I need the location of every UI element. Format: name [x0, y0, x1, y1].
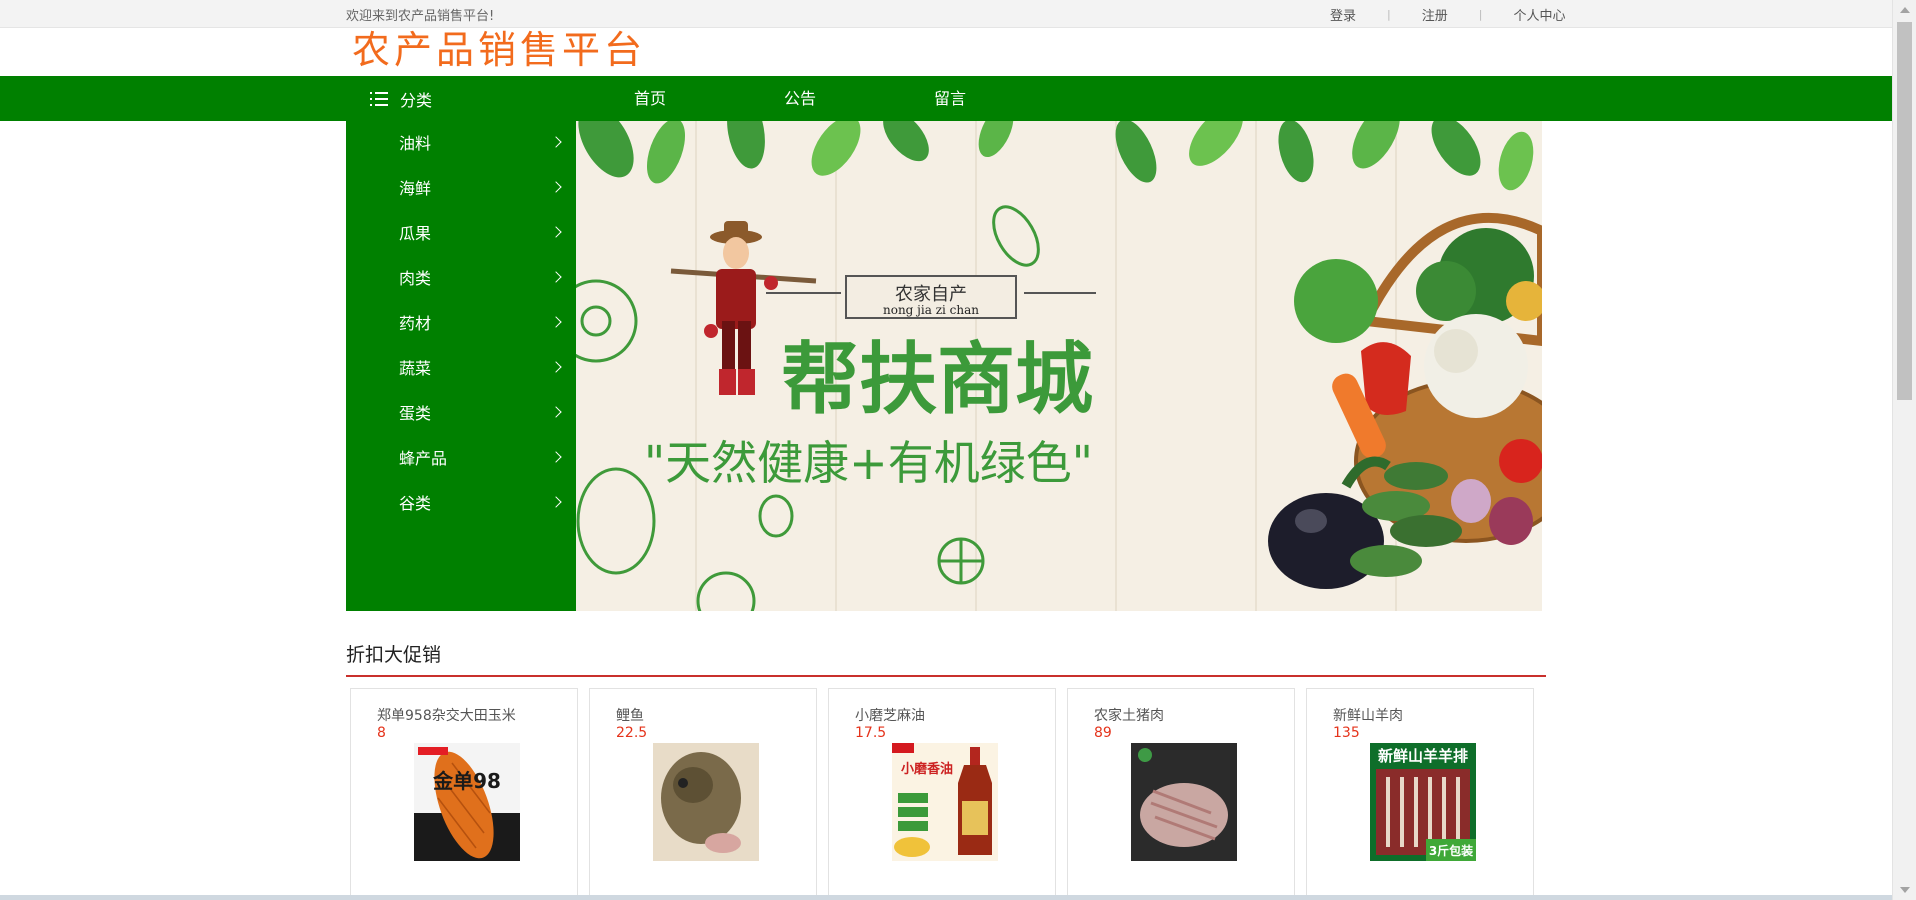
list-icon: [370, 91, 388, 106]
category-item-label: 海鲜: [399, 179, 432, 198]
scrollbar-thumb[interactable]: [1897, 22, 1912, 400]
category-menu-button[interactable]: 分类: [370, 76, 432, 121]
product-price: 17.5: [855, 725, 887, 741]
nav-home[interactable]: 首页: [634, 76, 784, 121]
category-item-label: 药材: [399, 314, 432, 333]
product-price: 22.5: [616, 725, 648, 741]
pork-meat-image[interactable]: [1131, 743, 1237, 861]
product-price: 135: [1333, 725, 1360, 741]
lamb-ribs-image[interactable]: 新鲜山羊羊排 3斤包装: [1370, 743, 1476, 861]
top-bar: 欢迎来到农产品销售平台! 登录 | 注册 | 个人中心: [0, 0, 1893, 28]
sesame-oil-bottle-image[interactable]: 小磨香油: [892, 743, 998, 861]
product-image-text: 小磨香油: [901, 761, 953, 777]
nav-announcements[interactable]: 公告: [784, 76, 934, 121]
chevron-right-icon: [550, 496, 562, 508]
category-item-label: 蔬菜: [399, 359, 432, 378]
product-price: 89: [1094, 725, 1112, 741]
scroll-up-arrow-icon[interactable]: [1900, 7, 1910, 13]
divider: |: [1478, 8, 1483, 21]
category-item-grains[interactable]: 谷类: [346, 481, 576, 526]
product-card[interactable]: 农家土猪肉 89: [1067, 688, 1295, 898]
banner-slogan: "天然健康+有机绿色": [644, 436, 1093, 490]
product-image-text: 新鲜山羊羊排: [1378, 747, 1468, 765]
category-item-label: 油料: [399, 134, 432, 153]
profile-link[interactable]: 个人中心: [1513, 5, 1565, 24]
vertical-scrollbar[interactable]: [1892, 0, 1916, 900]
category-item-vegetables[interactable]: 蔬菜: [346, 346, 576, 391]
product-name: 农家土猪肉: [1094, 708, 1164, 724]
product-card[interactable]: 新鲜山羊肉 135 新鲜山羊羊排 3斤包装: [1306, 688, 1534, 898]
section-divider: [346, 675, 1546, 677]
chevron-right-icon: [550, 271, 562, 283]
welcome-text: 欢迎来到农产品销售平台!: [346, 9, 495, 24]
product-image-text: 金单98: [432, 769, 501, 793]
chevron-right-icon: [550, 136, 562, 148]
vegetable-basket-illustration: [1268, 212, 1542, 589]
product-name: 郑单958杂交大田玉米: [377, 708, 516, 724]
category-item-seafood[interactable]: 海鲜: [346, 166, 576, 211]
category-item-label: 瓜果: [399, 224, 432, 243]
scroll-down-arrow-icon[interactable]: [1900, 887, 1910, 893]
promo-section-title: 折扣大促销: [346, 644, 442, 666]
account-links: 登录 | 注册 | 个人中心: [1330, 5, 1565, 24]
product-list: 郑单958杂交大田玉米 8 金单98 鲤鱼 22.5 小磨芝麻油 17.5 小磨…: [350, 688, 1545, 898]
carp-fish-image[interactable]: [653, 743, 759, 861]
corn-seed-package-image[interactable]: 金单98: [414, 743, 520, 861]
chevron-right-icon: [550, 316, 562, 328]
category-item-label: 蜂产品: [399, 449, 448, 468]
login-link[interactable]: 登录: [1330, 5, 1356, 24]
category-label: 分类: [400, 90, 433, 110]
product-name: 小磨芝麻油: [855, 708, 925, 724]
divider: |: [1387, 8, 1391, 21]
product-card[interactable]: 鲤鱼 22.5: [589, 688, 817, 898]
category-item-herbs[interactable]: 药材: [346, 301, 576, 346]
category-item-fruit[interactable]: 瓜果: [346, 211, 576, 256]
chevron-right-icon: [550, 226, 562, 238]
product-price: 8: [377, 725, 386, 741]
banner-tag: 农家自产: [895, 284, 967, 305]
register-link[interactable]: 注册: [1422, 5, 1448, 24]
nav-links: 首页 公告 留言: [634, 76, 1084, 121]
category-item-meat[interactable]: 肉类: [346, 256, 576, 301]
category-item-label: 蛋类: [399, 404, 432, 423]
nav-messages[interactable]: 留言: [934, 76, 1084, 121]
banner-illustration: 农家自产 nong jia zi chan 帮扶商城 "天然健康+有机绿色": [576, 121, 1542, 611]
leaves-decoration: [578, 121, 1534, 191]
product-image-badge: 3斤包装: [1429, 843, 1473, 858]
product-name: 鲤鱼: [616, 708, 644, 724]
chevron-right-icon: [550, 451, 562, 463]
category-item-oil[interactable]: 油料: [346, 121, 576, 166]
chevron-right-icon: [550, 406, 562, 418]
category-item-bee-products[interactable]: 蜂产品: [346, 436, 576, 481]
category-item-eggs[interactable]: 蛋类: [346, 391, 576, 436]
hero-banner[interactable]: 农家自产 nong jia zi chan 帮扶商城 "天然健康+有机绿色": [576, 121, 1542, 611]
site-logo[interactable]: 农产品销售平台: [352, 27, 646, 73]
product-card[interactable]: 郑单958杂交大田玉米 8 金单98: [350, 688, 578, 898]
chevron-right-icon: [550, 181, 562, 193]
chevron-right-icon: [550, 361, 562, 373]
banner-headline: 帮扶商城: [781, 335, 1093, 425]
category-sidebar: 油料 海鲜 瓜果 肉类 药材 蔬菜 蛋类 蜂产品 谷类: [346, 121, 576, 611]
page-bottom-edge: [0, 895, 1893, 900]
product-name: 新鲜山羊肉: [1333, 708, 1403, 724]
product-card[interactable]: 小磨芝麻油 17.5 小磨香油: [828, 688, 1056, 898]
main-nav: 分类 首页 公告 留言: [0, 76, 1893, 121]
category-item-label: 谷类: [399, 494, 432, 513]
banner-tag-pinyin: nong jia zi chan: [883, 303, 979, 317]
category-item-label: 肉类: [399, 269, 432, 288]
